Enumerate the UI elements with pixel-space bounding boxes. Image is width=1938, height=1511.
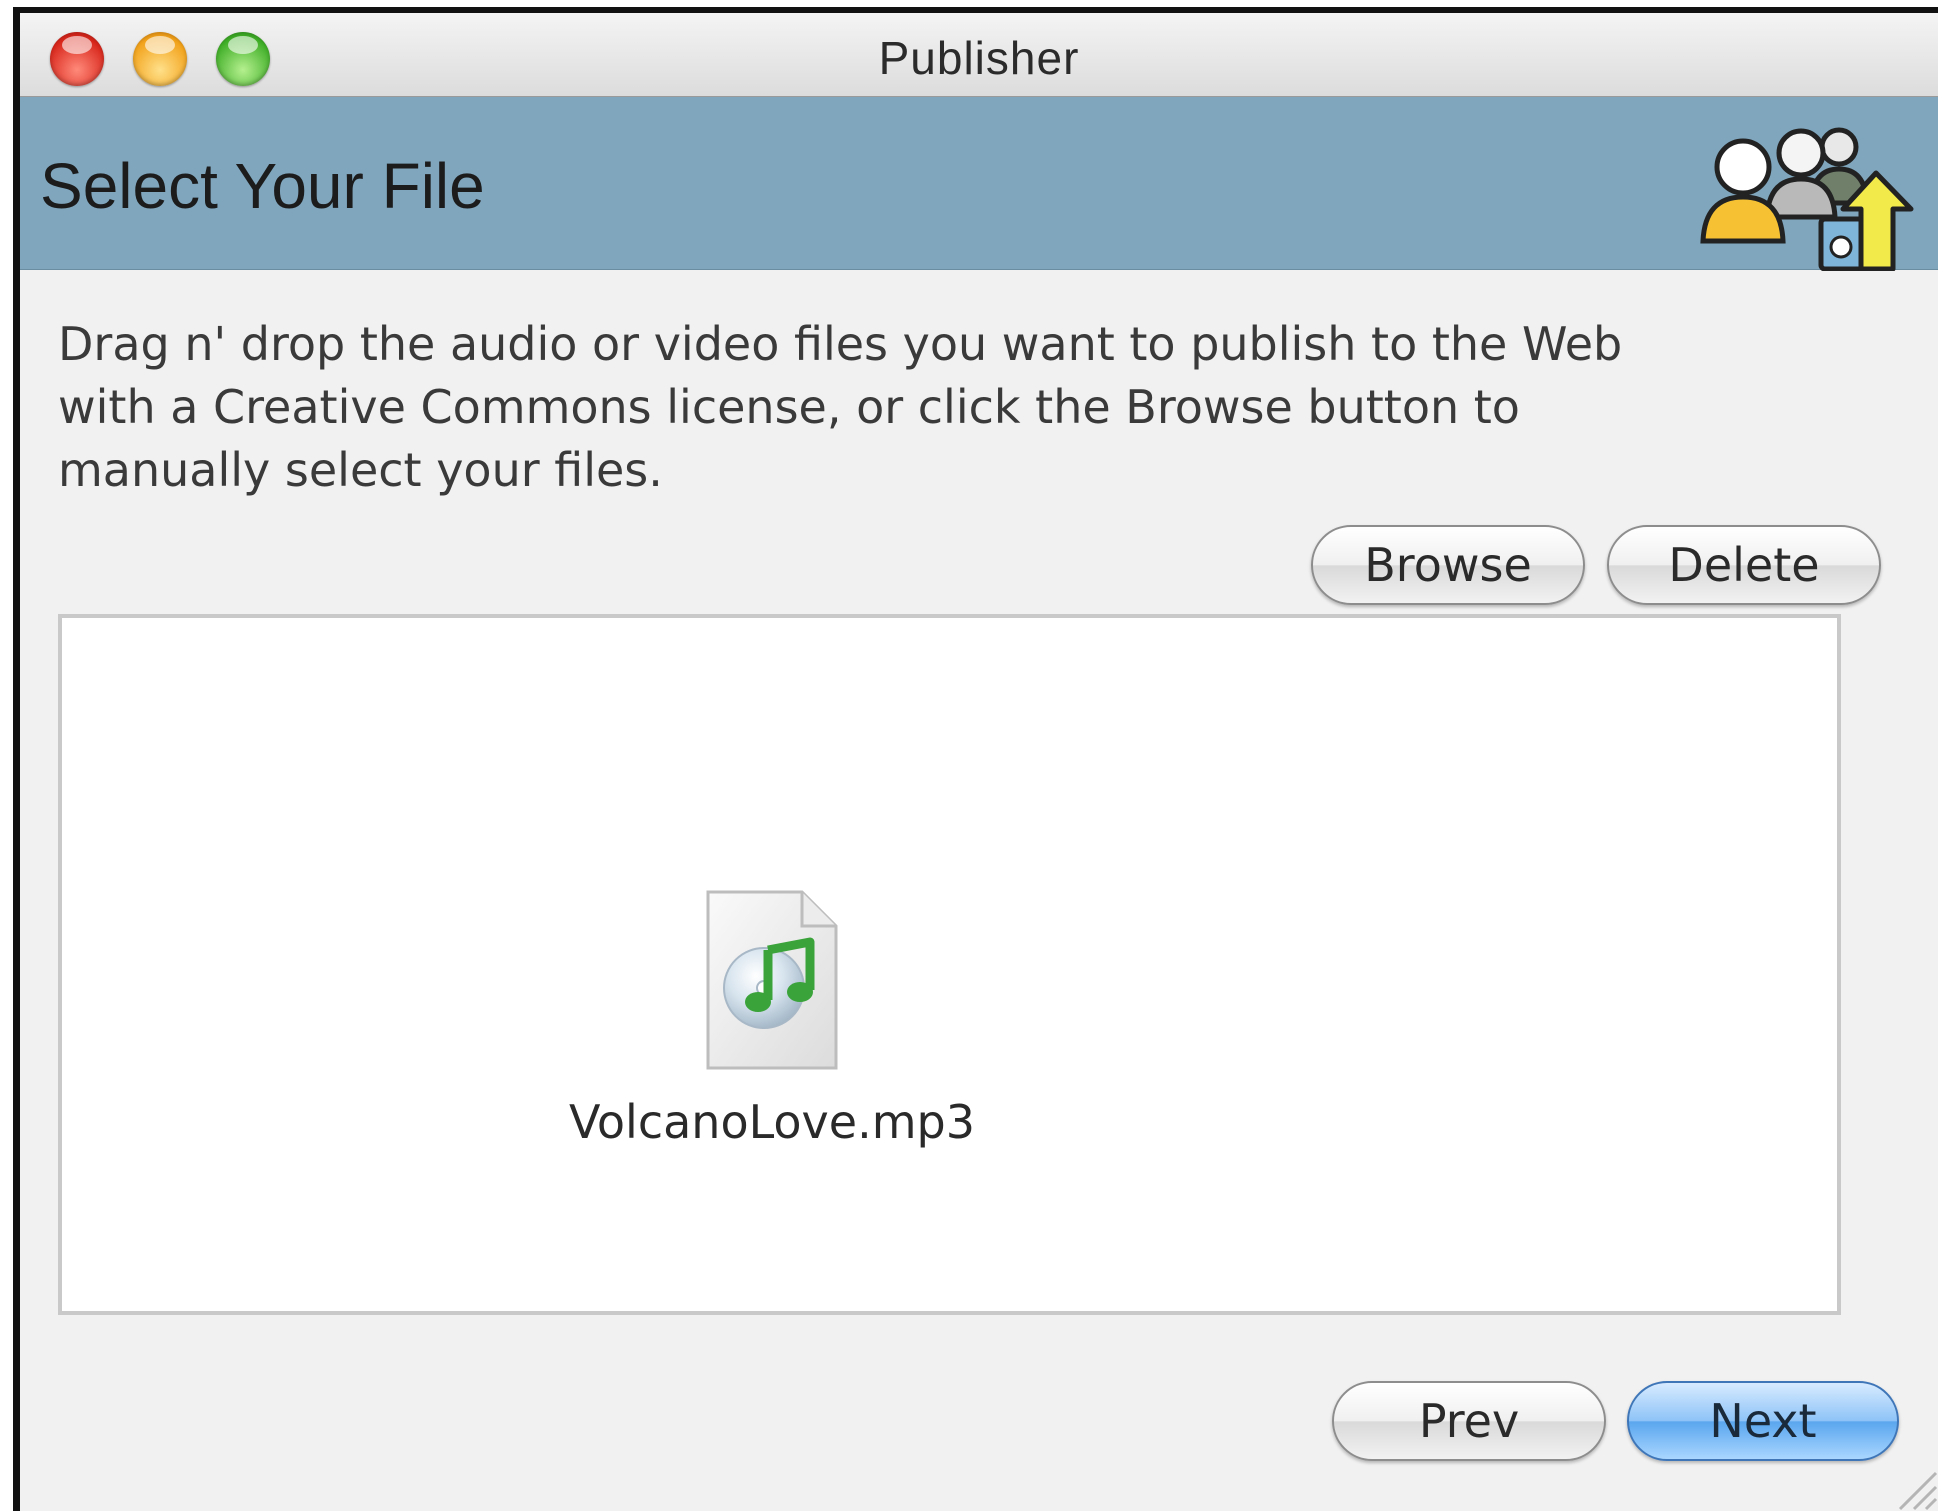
prev-button[interactable]: Prev: [1332, 1381, 1606, 1461]
title-bar[interactable]: Publisher: [20, 13, 1938, 97]
resize-grip-icon[interactable]: [1890, 1463, 1938, 1511]
file-item[interactable]: VolcanoLove.mp3: [562, 888, 982, 1149]
people-upload-icon: [1700, 127, 1914, 271]
mp3-file-icon: [706, 890, 838, 1070]
delete-button[interactable]: Delete: [1607, 525, 1881, 605]
page-title: Select Your File: [40, 150, 485, 222]
next-button[interactable]: Next: [1627, 1381, 1899, 1461]
file-name: VolcanoLove.mp3: [569, 1095, 975, 1149]
publisher-window: Publisher Select Your File Drag n' drop …: [13, 7, 1938, 1511]
header-banner: Select Your File: [20, 97, 1938, 271]
instructions-text: Drag n' drop the audio or video files yo…: [58, 317, 1623, 497]
browse-button[interactable]: Browse: [1311, 525, 1585, 605]
file-drop-area[interactable]: VolcanoLove.mp3: [58, 614, 1841, 1315]
window-title: Publisher: [878, 32, 1080, 84]
